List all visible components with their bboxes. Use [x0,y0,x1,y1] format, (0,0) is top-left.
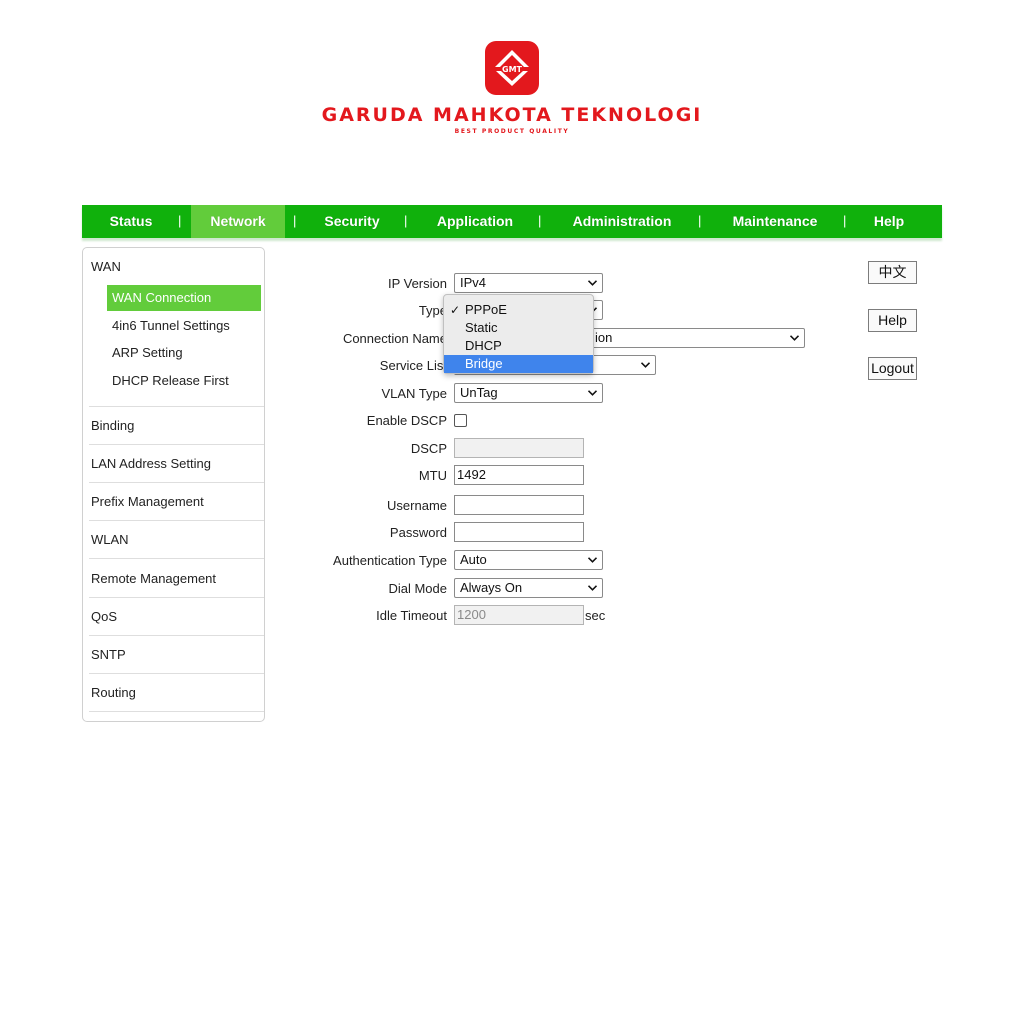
checkmark-icon: ✓ [450,303,461,317]
brand-name: GARUDA MAHKOTA TEKNOLOGI [321,104,703,126]
enable-dscp-checkbox[interactable] [454,414,467,427]
language-button[interactable]: 中文 [868,261,917,284]
type-option-label: DHCP [465,338,502,353]
sidebar-item-arp-setting[interactable]: ARP Setting [107,340,261,366]
sidebar-divider [89,597,264,598]
sidebar-item-wan-connection[interactable]: WAN Connection [107,285,261,311]
sidebar-group-binding[interactable]: Binding [91,418,134,433]
sidebar-group-wan[interactable]: WAN [91,259,121,274]
chevron-down-icon [790,335,799,341]
type-option-label: Bridge [465,356,503,371]
connection-name-value: ion [595,330,613,345]
ip-version-select[interactable]: IPv4 [454,273,603,293]
username-label: Username [387,498,447,513]
sidebar-divider [89,520,264,521]
vlan-type-value: UnTag [460,385,498,400]
dscp-label: DSCP [410,441,447,456]
sidebar-divider [89,482,264,483]
nav-maintenance[interactable]: Maintenance [720,205,830,238]
ip-version-value: IPv4 [460,275,487,290]
idle-timeout-unit: sec [585,608,606,623]
connection-name-label: Connection Name [342,331,447,346]
password-label: Password [389,525,447,540]
nav-separator: | [293,213,297,228]
sidebar-divider [89,635,264,636]
vlan-type-select[interactable]: UnTag [454,383,603,403]
nav-application[interactable]: Application [425,205,525,238]
sidebar-group-lan-address[interactable]: LAN Address Setting [91,456,211,471]
sidebar-item-dhcp-release[interactable]: DHCP Release First [107,368,261,394]
nav-network[interactable]: Network [191,205,285,238]
sidebar-divider [89,673,264,674]
vlan-type-label: VLAN Type [381,386,447,401]
chevron-down-icon [588,280,597,286]
sidebar: WAN WAN Connection 4in6 Tunnel Settings … [82,247,265,722]
dscp-input[interactable] [454,438,584,458]
type-option-dhcp[interactable]: DHCP [444,337,593,355]
help-button[interactable]: Help [868,309,917,332]
sidebar-group-remote-management[interactable]: Remote Management [91,571,216,586]
auth-type-label: Authentication Type [333,553,447,568]
dial-mode-value: Always On [460,580,523,595]
logo-text: GMT [502,65,523,74]
type-option-label: Static [465,320,498,335]
sidebar-item-4in6-tunnel[interactable]: 4in6 Tunnel Settings [107,313,261,339]
dial-mode-select[interactable]: Always On [454,578,603,598]
sidebar-divider [89,711,264,712]
nav-security[interactable]: Security [311,205,393,238]
sidebar-group-routing[interactable]: Routing [91,685,136,700]
dial-mode-label: Dial Mode [388,581,447,596]
idle-timeout-label: Idle Timeout [376,608,447,623]
type-option-static[interactable]: Static [444,319,593,337]
type-option-label: PPPoE [465,302,507,317]
brand-logo: GMT [485,41,539,95]
top-navigation-bar: Status | Network | Security | Applicatio… [82,205,942,238]
nav-separator: | [178,213,182,228]
nav-separator: | [698,213,702,228]
nav-separator: | [843,213,847,228]
sidebar-divider [89,406,264,407]
nav-help[interactable]: Help [862,205,916,238]
chevron-down-icon [588,585,597,591]
mtu-input[interactable]: 1492 [454,465,584,485]
username-input[interactable] [454,495,584,515]
nav-separator: | [538,213,542,228]
nav-status[interactable]: Status [94,205,168,238]
sidebar-group-wlan[interactable]: WLAN [91,532,129,547]
chevron-down-icon [588,390,597,396]
type-dropdown-menu: ✓ PPPoE Static DHCP Bridge [443,294,594,374]
sidebar-group-qos[interactable]: QoS [91,609,117,624]
password-input[interactable] [454,522,584,542]
chevron-down-icon [641,362,650,368]
sidebar-group-sntp[interactable]: SNTP [91,647,126,662]
service-list-label: Service List [379,358,447,373]
brand-tagline: BEST PRODUCT QUALITY [454,128,570,135]
type-option-pppoe[interactable]: ✓ PPPoE [444,301,593,319]
type-option-bridge[interactable]: Bridge [444,355,593,373]
sidebar-divider [89,558,264,559]
ip-version-label: IP Version [387,276,447,291]
mtu-label: MTU [418,468,447,483]
garuda-emblem-icon: GMT [495,50,529,86]
enable-dscp-label: Enable DSCP [366,413,447,428]
chevron-down-icon [588,557,597,563]
auth-type-value: Auto [460,552,487,567]
sidebar-divider [89,444,264,445]
auth-type-select[interactable]: Auto [454,550,603,570]
idle-timeout-input[interactable]: 1200 [454,605,584,625]
logout-button[interactable]: Logout [868,357,917,380]
sidebar-group-prefix-management[interactable]: Prefix Management [91,494,204,509]
nav-administration[interactable]: Administration [560,205,684,238]
nav-separator: | [404,213,408,228]
